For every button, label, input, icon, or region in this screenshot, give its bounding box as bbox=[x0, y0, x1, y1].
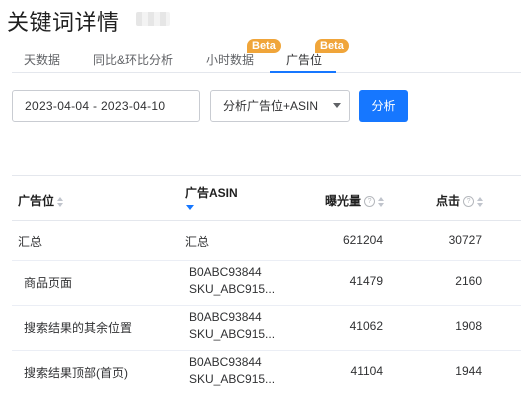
tab-hourly-data[interactable]: 小时数据 bbox=[206, 51, 254, 68]
table-row-summary: 汇总 汇总 621204 30727 bbox=[12, 221, 521, 261]
tab-daily-data[interactable]: 天数据 bbox=[24, 51, 60, 68]
table-row: 搜索结果顶部(首页) B0ABC93844 SKU_ABC915... 4110… bbox=[12, 350, 521, 395]
cell-impressions: 41062 bbox=[349, 319, 383, 333]
tab-bar-divider bbox=[12, 72, 521, 73]
cell-placement: 商品页面 bbox=[24, 276, 73, 290]
chevron-down-icon bbox=[333, 103, 341, 108]
analysis-mode-select[interactable]: 分析广告位+ASIN bbox=[210, 90, 350, 122]
title-redacted-block bbox=[136, 12, 170, 26]
sort-caret-icon[interactable] bbox=[378, 196, 385, 207]
column-header-placement[interactable]: 广告位 bbox=[18, 192, 64, 209]
cell-clicks: 30727 bbox=[448, 233, 482, 247]
tab-yoy-mom-analysis[interactable]: 同比&环比分析 bbox=[93, 51, 173, 68]
tab-bar: 天数据 同比&环比分析 小时数据 Beta 广告位 Beta bbox=[0, 38, 521, 74]
table-row: 搜索结果的其余位置 B0ABC93844 SKU_ABC915... 41062… bbox=[12, 305, 521, 351]
cell-placement: 汇总 bbox=[18, 235, 43, 249]
cell-impressions: 41104 bbox=[350, 364, 383, 378]
cell-asin[interactable]: B0ABC93844 bbox=[189, 310, 262, 324]
sort-caret-icon[interactable] bbox=[57, 196, 64, 207]
column-header-impressions[interactable]: 曝光量? bbox=[325, 192, 385, 209]
cell-asin[interactable]: B0ABC93844 bbox=[189, 355, 262, 369]
cell-sku[interactable]: SKU_ABC915... bbox=[189, 327, 275, 341]
cell-sku[interactable]: SKU_ABC915... bbox=[189, 372, 275, 386]
cell-placement: 搜索结果的其余位置 bbox=[24, 321, 133, 335]
page-title: 关键词详情 bbox=[7, 10, 120, 35]
active-tab-indicator bbox=[270, 71, 336, 73]
column-header-clicks[interactable]: 点击? bbox=[436, 192, 484, 209]
sort-desc-icon[interactable] bbox=[186, 205, 194, 210]
analyze-button[interactable]: 分析 bbox=[359, 90, 408, 122]
date-range-picker[interactable]: 2023-04-04 - 2023-04-10 bbox=[12, 90, 200, 122]
table-row: 商品页面 B0ABC93844 SKU_ABC915... 41479 2160 bbox=[12, 260, 521, 306]
cell-impressions: 621204 bbox=[342, 233, 383, 247]
cell-clicks: 2160 bbox=[455, 274, 482, 288]
tab-ad-placement[interactable]: 广告位 bbox=[286, 51, 322, 68]
question-circle-icon[interactable]: ? bbox=[364, 196, 376, 208]
column-header-ad-asin[interactable]: 广告ASIN bbox=[185, 184, 238, 201]
table-header: 广告位 广告ASIN 曝光量? 点击? bbox=[12, 175, 521, 221]
beta-badge: Beta bbox=[247, 39, 281, 53]
cell-clicks: 1944 bbox=[455, 364, 482, 378]
beta-badge: Beta bbox=[315, 39, 349, 53]
cell-placement: 搜索结果顶部(首页) bbox=[24, 366, 128, 380]
cell-sku[interactable]: SKU_ABC915... bbox=[189, 282, 275, 296]
analysis-mode-value: 分析广告位+ASIN bbox=[223, 99, 319, 113]
question-circle-icon[interactable]: ? bbox=[463, 196, 475, 208]
cell-clicks: 1908 bbox=[455, 319, 482, 333]
cell-asin: 汇总 bbox=[185, 235, 210, 249]
cell-asin[interactable]: B0ABC93844 bbox=[189, 265, 262, 279]
sort-caret-icon[interactable] bbox=[477, 196, 484, 207]
cell-impressions: 41479 bbox=[349, 274, 383, 288]
